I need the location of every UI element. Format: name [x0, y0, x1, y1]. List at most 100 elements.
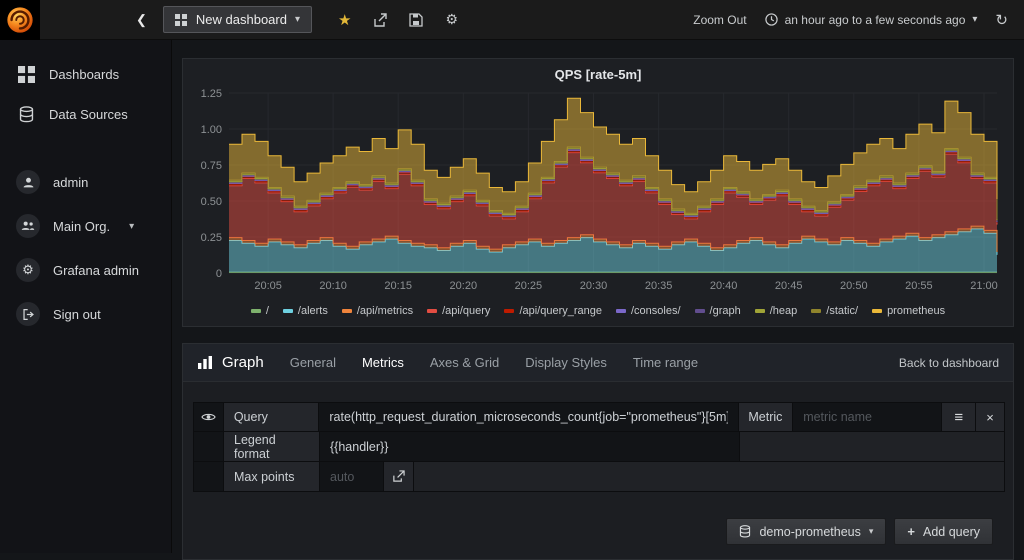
legend-series-name: /api/metrics [356, 305, 414, 317]
legend-item[interactable]: / [250, 305, 269, 317]
legend-format-label: Legend format [224, 432, 320, 461]
chart-legend: / /alerts/api/metrics/api/query/api/query… [183, 302, 1013, 326]
sidebar-collapse-icon[interactable]: ❮ [136, 12, 147, 28]
svg-text:20:25: 20:25 [515, 280, 543, 292]
legend-series-name: prometheus [887, 305, 946, 317]
refresh-icon[interactable]: ↻ [995, 11, 1008, 29]
legend-series-name: /api/query_range [519, 305, 602, 317]
sidebar-item-label: Dashboards [49, 66, 120, 82]
legend-series-name: /api/query [442, 305, 491, 317]
zoom-out-button[interactable]: Zoom Out [693, 13, 746, 27]
main-content: QPS [rate-5m] 20:05 20:10 20:15 20:20 20:25 2… [172, 40, 1024, 560]
svg-text:0.75: 0.75 [201, 160, 222, 172]
sidebar-item-grafana-admin[interactable]: ⚙ Grafana admin [0, 248, 171, 292]
sidebar-item-label: Grafana admin [53, 262, 139, 278]
top-navbar: ❮ New dashboard ▾ ★ ⚙ Zoom Out an hour a… [0, 0, 1024, 40]
toggle-visibility-eye-icon[interactable] [194, 403, 224, 431]
row-filler [740, 432, 1004, 461]
svg-text:20:45: 20:45 [775, 280, 803, 292]
legend-color-chip [427, 309, 438, 313]
datasource-button[interactable]: demo-prometheus ▾ [726, 518, 887, 545]
tab-general[interactable]: General [290, 355, 336, 370]
star-icon[interactable]: ★ [338, 11, 351, 29]
panel-title[interactable]: QPS [rate-5m] [183, 59, 1013, 85]
max-points-label: Max points [224, 462, 320, 491]
add-query-button[interactable]: + Add query [894, 518, 993, 545]
legend-item[interactable]: /static/ [811, 305, 858, 317]
sign-out-icon [16, 302, 40, 326]
legend-item[interactable]: prometheus [872, 305, 945, 317]
query-menu-icon[interactable]: ≡ [942, 403, 977, 431]
legend-series-name: /static/ [826, 305, 859, 317]
external-link-icon[interactable] [384, 462, 414, 491]
max-points-input[interactable] [320, 462, 383, 491]
chevron-down-icon: ▾ [868, 526, 874, 536]
back-to-dashboard-link[interactable]: Back to dashboard [899, 356, 999, 370]
sidebar-item-label: Sign out [53, 306, 101, 322]
row-filler [414, 462, 1004, 491]
tab-metrics[interactable]: Metrics [362, 355, 404, 370]
legend-item[interactable]: /graph [694, 305, 741, 317]
svg-text:20:15: 20:15 [384, 280, 412, 292]
sidebar-item-sign-out[interactable]: Sign out [0, 292, 171, 336]
sidebar-item-label: Main Org. [53, 218, 111, 234]
legend-color-chip [341, 309, 352, 313]
query-input-cell [319, 403, 740, 431]
editor-panel-type-label: Graph [222, 354, 264, 371]
qps-chart-svg[interactable]: 20:05 20:10 20:15 20:20 20:25 20:30 20:35 20:40… [193, 85, 1005, 297]
grafana-logo[interactable] [0, 0, 40, 40]
user-avatar-icon [16, 170, 40, 194]
legend-item[interactable]: /api/metrics [341, 305, 414, 317]
time-picker[interactable]: an hour ago to a few seconds ago ▾ [764, 13, 977, 27]
legend-color-chip [282, 309, 293, 313]
share-icon[interactable] [373, 12, 388, 27]
metric-input-cell [793, 403, 943, 431]
legend-series-name: /heap [769, 305, 798, 317]
sidebar-item-admin[interactable]: admin [0, 160, 171, 204]
legend-item[interactable]: /alerts [282, 305, 328, 317]
query-input[interactable] [319, 403, 739, 431]
legend-item[interactable]: /api/query_range [504, 305, 602, 317]
svg-text:20:50: 20:50 [840, 280, 868, 292]
editor-tabbar: Graph General Metrics Axes & Grid Displa… [183, 344, 1013, 382]
chevron-down-icon: ▾ [129, 220, 135, 232]
svg-text:20:30: 20:30 [580, 280, 608, 292]
legend-color-chip [754, 309, 765, 313]
legend-series-name: /graph [709, 305, 741, 317]
legend-series-name: / [265, 305, 269, 317]
tab-display-styles[interactable]: Display Styles [525, 355, 607, 370]
sidebar-item-data-sources[interactable]: Data Sources [0, 94, 171, 134]
legend-format-input-cell [320, 432, 740, 461]
qps-chart[interactable]: 20:05 20:10 20:15 20:20 20:25 20:30 20:35 20:40… [183, 85, 1013, 302]
save-icon[interactable] [409, 12, 424, 27]
sidebar: Dashboards Data Sources admin Main Org. … [0, 40, 172, 553]
database-icon [740, 525, 751, 538]
tab-time-range[interactable]: Time range [633, 355, 698, 370]
clock-icon [764, 13, 778, 26]
svg-text:20:05: 20:05 [254, 280, 282, 292]
legend-item[interactable]: /consoles/ [616, 305, 681, 317]
grid-icon [175, 13, 188, 26]
gear-icon[interactable]: ⚙ [445, 11, 458, 28]
sidebar-item-main-org[interactable]: Main Org. ▾ [0, 204, 171, 248]
gear-icon: ⚙ [16, 258, 40, 282]
metric-input[interactable] [793, 403, 942, 431]
legend-item[interactable]: /api/query [427, 305, 490, 317]
legend-color-chip [811, 309, 822, 313]
tab-axes-grid[interactable]: Axes & Grid [430, 355, 499, 370]
grid-icon [16, 64, 36, 84]
legend-format-input[interactable] [320, 432, 739, 461]
dashboard-selector[interactable]: New dashboard ▾ [162, 6, 312, 33]
grafana-spiral-icon [7, 6, 33, 33]
legend-item[interactable]: /heap [754, 305, 798, 317]
svg-text:0.50: 0.50 [201, 196, 222, 208]
sidebar-divider [0, 134, 171, 160]
svg-text:20:10: 20:10 [319, 280, 347, 292]
add-query-button-label: Add query [923, 524, 980, 539]
row-gutter [194, 432, 224, 461]
remove-query-icon[interactable]: × [976, 403, 1004, 431]
svg-text:21:00: 21:00 [970, 280, 998, 292]
legend-series-name: /alerts [297, 305, 328, 317]
sidebar-item-dashboards[interactable]: Dashboards [0, 54, 171, 94]
datasource-button-label: demo-prometheus [759, 524, 861, 539]
